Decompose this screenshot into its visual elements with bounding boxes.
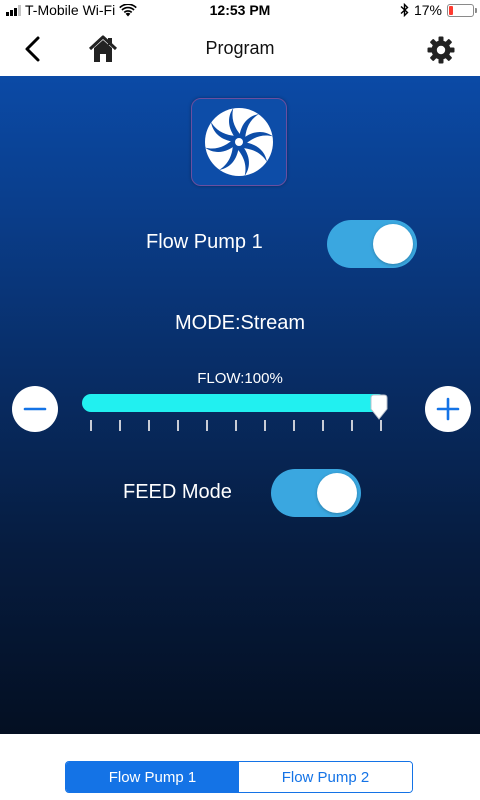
nav-bar: Program: [0, 22, 480, 76]
decrease-flow-button[interactable]: [12, 386, 58, 432]
battery-fill: [449, 5, 453, 15]
pump-logo-tile: [191, 98, 287, 186]
program-panel: Flow Pump 1 MODE:Stream FLOW:100% FEED M…: [0, 76, 480, 734]
slider-tick: [380, 420, 382, 431]
slider-tick: [351, 420, 353, 431]
page-title: Program: [205, 38, 275, 58]
slider-tick: [235, 420, 237, 431]
pump-segmented-control: Flow Pump 1 Flow Pump 2: [65, 761, 413, 793]
slider-tick: [322, 420, 324, 431]
bottom-bar: Flow Pump 1 Flow Pump 2: [0, 734, 480, 800]
flow-slider[interactable]: [82, 394, 387, 412]
increase-flow-button[interactable]: [425, 386, 471, 432]
slider-tick: [206, 420, 208, 431]
flow-slider-fill: [82, 394, 387, 412]
mode-label: MODE:Stream: [174, 312, 306, 334]
carrier-name: T-Mobile Wi-Fi: [25, 2, 116, 18]
minus-icon: [23, 407, 47, 411]
slider-tick: [119, 420, 121, 431]
toggle-knob: [317, 473, 357, 513]
battery-icon: [447, 3, 477, 17]
gear-icon[interactable]: [426, 35, 456, 65]
plus-icon: [436, 397, 460, 421]
flow-slider-thumb[interactable]: [369, 394, 389, 420]
segment-flow-pump-2[interactable]: Flow Pump 2: [239, 762, 412, 792]
feed-mode-toggle[interactable]: [271, 469, 361, 517]
slider-tick: [90, 420, 92, 431]
bluetooth-icon: [400, 3, 409, 17]
slider-tick: [148, 420, 150, 431]
pump-power-toggle[interactable]: [327, 220, 417, 268]
slider-tick: [293, 420, 295, 431]
wifi-icon: [119, 3, 138, 16]
feed-mode-label: FEED Mode: [123, 481, 232, 503]
home-icon[interactable]: [86, 32, 120, 66]
signal-icon: [6, 4, 21, 16]
slider-tick: [177, 420, 179, 431]
status-bar: T-Mobile Wi-Fi 12:53 PM 17%: [0, 0, 480, 22]
battery-percent: 17%: [413, 2, 442, 18]
segment-flow-pump-1[interactable]: Flow Pump 1: [66, 762, 239, 792]
flow-label: FLOW:100%: [197, 370, 283, 387]
slider-tick: [264, 420, 266, 431]
toggle-knob: [373, 224, 413, 264]
chevron-left-icon[interactable]: [18, 34, 48, 64]
pump-label: Flow Pump 1: [146, 231, 263, 253]
swirl-logo-icon: [205, 108, 273, 176]
flow-slider-ticks: [90, 420, 382, 432]
